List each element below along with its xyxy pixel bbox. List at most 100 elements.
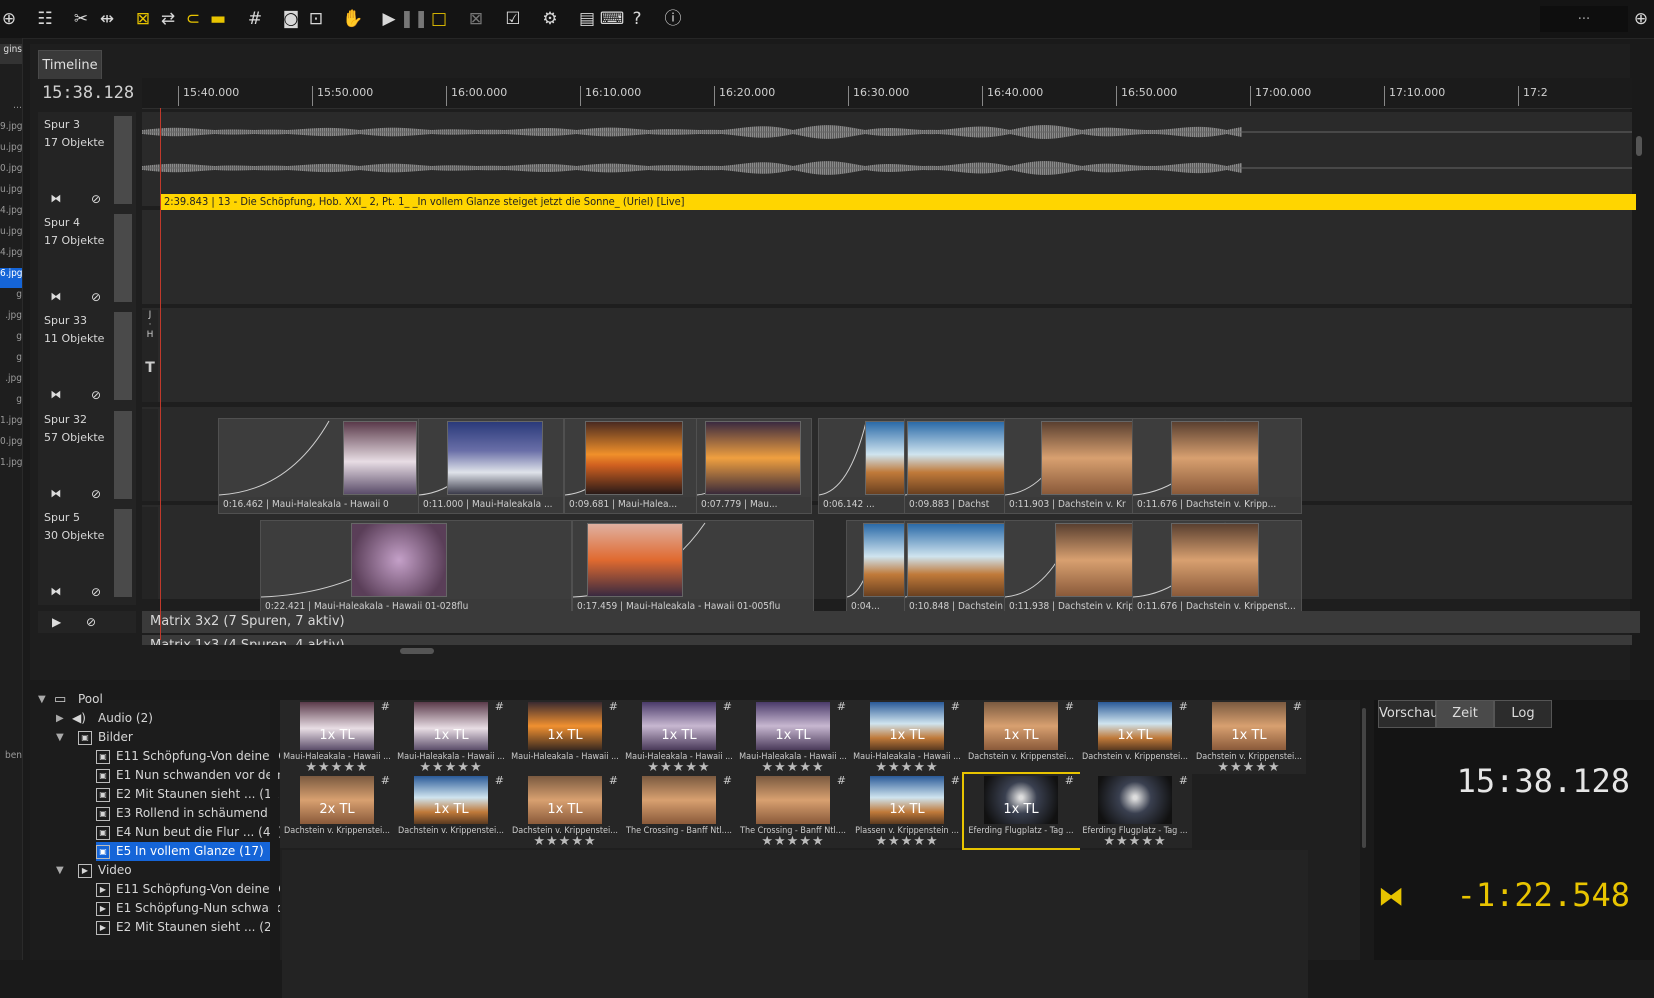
clip[interactable]: 0:09.681 | Maui-Halea... [564,418,698,514]
clip[interactable]: 0:22.421 | Maui-Haleakala - Hawaii 01-02… [260,520,572,616]
clip[interactable]: 0:11.903 | Dachstein v. Kr [1004,418,1134,514]
mute-icon[interactable]: ⊘ [86,290,106,306]
rating-stars[interactable]: ★★★★★ [280,760,394,775]
media-item[interactable]: 1x TL Maui-Haleakala - Hawaii ... ★★★★★ # [622,700,736,775]
add-icon[interactable]: ⊕ [0,6,22,32]
ruler-icon[interactable]: ▬ [205,6,231,32]
sliver-item[interactable]: .jpg [0,373,22,393]
media-item[interactable]: 1x TL Eferding Flugplatz - Tag ... # [962,772,1080,850]
clip[interactable]: 0:11.000 | Maui-Haleakala ... [418,418,564,514]
clip[interactable]: 0:11.938 | Dachstein v. Krippe [1004,520,1134,616]
matrix-row[interactable]: Matrix 3x2 (7 Spuren, 7 aktiv) [142,611,1640,633]
media-item[interactable]: Eferding Flugplatz - Tag ... ★★★★★ # [1078,774,1192,849]
solo-icon[interactable]: ⧓ [46,487,66,503]
sliver-item[interactable]: g [0,289,22,309]
track-header[interactable]: Spur 32 57 Objekte ⧓ ⊘ [38,407,136,507]
track-header[interactable]: Spur 5 30 Objekte ⧓ ⊘ [38,505,136,605]
track-header[interactable]: Spur 4 17 Objekte ⧓ ⊘ [38,210,136,310]
clip[interactable]: 0:10.848 | Dachstein [904,520,1006,616]
rating-stars[interactable]: ★★★★★ [394,760,508,775]
magnet-icon[interactable]: ⊂ [180,6,206,32]
solo-icon[interactable]: ⧓ [46,290,66,306]
sliver-item[interactable]: 0.jpg [0,436,22,456]
media-item[interactable]: 1x TL Dachstein v. Krippenstei... # [394,774,508,848]
pool-item[interactable]: ▣ E2 Mit Staunen sieht ... (12) [96,785,284,804]
help-icon[interactable]: ? [624,6,650,32]
media-item[interactable]: The Crossing - Banff Ntl.... # [622,774,736,848]
clip[interactable]: 0:09.883 | Dachst [904,418,1006,514]
media-item[interactable]: 1x TL Dachstein v. Krippenstei... ★★★★★ # [1192,700,1306,775]
gear-icon[interactable]: ⚙ [537,6,563,32]
collapse-icon[interactable]: ▼ [56,728,64,747]
clip[interactable]: 0:16.462 | Maui-Haleakala - Hawaii 0 [218,418,420,514]
checklist-icon[interactable]: ☑ [500,6,526,32]
sliver-item[interactable]: u.jpg [0,226,22,246]
sliver-item[interactable]: g [0,394,22,414]
sliver-item[interactable]: 1.jpg [0,415,22,435]
rating-stars[interactable]: ★★★★★ [508,834,622,849]
mute-icon[interactable]: ⊘ [86,487,106,503]
pool-item[interactable]: ▣ E3 Rollend in schäumend ... (45) [96,804,311,823]
sliver-item[interactable]: 1.jpg [0,457,22,477]
pause-icon[interactable]: ❚❚ [400,6,429,32]
sliver-item[interactable]: 4.jpg [0,247,22,267]
rating-stars[interactable]: ★★★★★ [736,834,850,849]
sliver-item[interactable]: 0.jpg [0,163,22,183]
expand-icon[interactable]: ▶ [56,709,64,728]
solo-icon[interactable]: ⧓ [46,192,66,208]
mute-icon[interactable]: ⊘ [86,388,106,404]
track-lane-spur3[interactable] [142,112,1632,206]
pool-item[interactable]: ▣ E11 Schöpfung-Von deiner Güt... [96,747,311,766]
horizontal-scrollbar[interactable] [400,648,434,654]
solo-icon[interactable]: ⧓ [46,388,66,404]
clip[interactable]: 0:07.779 | Mau... [696,418,812,514]
media-item[interactable]: 1x TL Maui-Haleakala - Hawaii ... ★★★★★ # [394,700,508,775]
play-icon[interactable]: ▶ [376,6,402,32]
pool-item[interactable]: ▶ E1 Schöpfung-Nun schwanden ... [96,899,314,918]
solo-icon[interactable]: ⧓ [46,585,66,601]
clip[interactable]: 0:04... [846,520,906,616]
grid-icon[interactable]: # [242,6,268,32]
sliver-item[interactable]: 9.jpg [0,121,22,141]
clip[interactable]: 0:11.676 | Dachstein v. Krippenst... [1132,520,1302,616]
tab-zeit[interactable]: Zeit [1436,700,1494,728]
swap-icon[interactable]: ⇄ [155,6,181,32]
track-lane-spur33[interactable] [142,308,1632,402]
media-item[interactable]: 1x TL Dachstein v. Krippenstei... # [964,700,1078,774]
media-item[interactable]: 1x TL Maui-Haleakala - Hawaii ... ★★★★★ # [736,700,850,775]
track-header[interactable]: Spur 33 11 Objekte ⧓ ⊘ [38,308,136,408]
media-item[interactable]: 1x TL Plassen v. Krippenstein ... ★★★★★ # [850,774,964,849]
sliver-item[interactable]: 4.jpg [0,205,22,225]
tab-vorschau[interactable]: Vorschau [1378,700,1439,728]
info-icon[interactable]: ⓘ [660,6,686,32]
audio-clip-caption[interactable]: 2:39.843 | 13 - Die Schöpfung, Hob. XXI_… [160,194,1636,210]
rating-stars[interactable]: ★★★★★ [622,760,736,775]
rating-stars[interactable]: ★★★★★ [1078,834,1192,849]
tab-log[interactable]: Log [1494,700,1552,728]
pool-item[interactable]: ▣ E5 In vollem Glanze (17) [96,842,270,861]
playhead[interactable] [160,108,161,640]
pool-video[interactable]: ▶ Video [78,861,270,880]
media-item[interactable]: 1x TL Dachstein v. Krippenstei... # [1078,700,1192,774]
pool-audio[interactable]: Audio (2) [98,709,270,728]
sliver-item[interactable]: g [0,331,22,351]
media-item[interactable]: 1x TL Maui-Haleakala - Hawaii ... # [508,700,622,774]
crossfade-icon[interactable]: ⊠ [130,6,156,32]
sliver-item[interactable]: 6.jpg [0,268,22,288]
track-header[interactable]: Spur 3 17 Objekte ⧓ ⊘ [38,112,136,212]
clip[interactable]: 0:17.459 | Maui-Haleakala - Hawaii 01-00… [572,520,814,616]
scissors-icon[interactable]: ✂ [68,6,94,32]
screen-icon[interactable]: ⊡ [303,6,329,32]
pool-item[interactable]: ▶ E11 Schöpfung-Von deiner Güt... [96,880,311,899]
time-ruler[interactable]: 15:40.000 15:50.000 16:00.000 16:10.000 16:2… [142,78,1632,109]
rating-stars[interactable]: ★★★★★ [850,834,964,849]
media-scrollbar[interactable] [1362,708,1366,848]
more-menu-button[interactable]: ··· [1540,6,1628,32]
mute-icon[interactable]: ⊘ [86,611,96,633]
comment-icon[interactable]: ▤ [574,6,600,32]
hand-icon[interactable]: ✋ [340,6,366,32]
rating-stars[interactable]: ★★★★★ [736,760,850,775]
camera-icon[interactable]: ◙ [278,6,304,32]
media-item[interactable]: 2x TL Dachstein v. Krippenstei... # [280,774,394,848]
rating-stars[interactable]: ★★★★★ [1192,760,1306,775]
